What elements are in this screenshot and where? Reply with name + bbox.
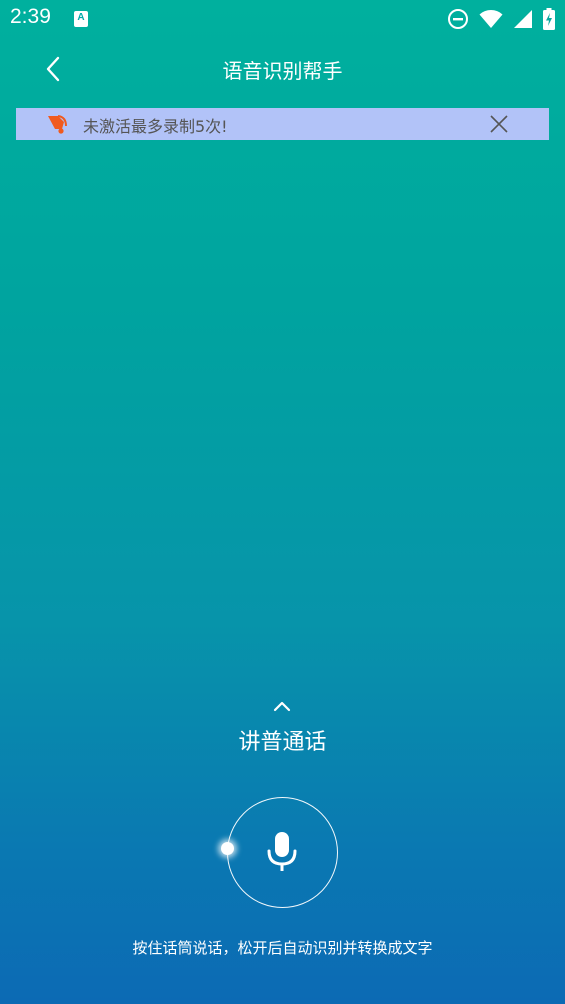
status-time: 2:39 (10, 5, 51, 28)
close-icon (490, 115, 508, 133)
status-bar: 2:39 A (0, 0, 565, 38)
wifi-icon (479, 10, 503, 28)
signal-icon (514, 10, 532, 28)
orbit-dot (221, 842, 234, 855)
do-not-disturb-icon (448, 9, 468, 29)
app-notification-letter: A (77, 12, 85, 23)
chevron-up-icon (273, 701, 291, 712)
notice-text: 未激活最多录制5次! (83, 117, 228, 136)
page-title: 语音识别帮手 (222, 59, 343, 83)
app-notification-icon: A (74, 11, 88, 27)
instruction-text: 按住话筒说话，松开后自动识别并转换成文字 (132, 939, 433, 957)
notice-close-button[interactable] (488, 113, 510, 135)
bell-icon (48, 115, 67, 134)
record-mic-button[interactable] (227, 797, 338, 908)
activation-notice-banner: 未激活最多录制5次! (16, 108, 549, 140)
battery-charging-icon (543, 8, 555, 30)
mode-expand-button[interactable] (270, 697, 294, 715)
language-mode-label[interactable]: 讲普通话 (0, 724, 565, 756)
status-icons (447, 8, 555, 30)
app-header: 语音识别帮手 (0, 48, 565, 90)
